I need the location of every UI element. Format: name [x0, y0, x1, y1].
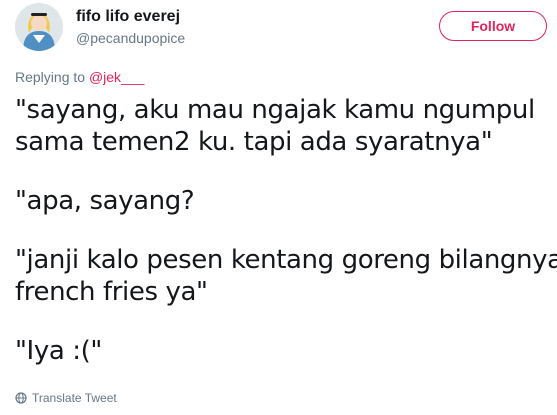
- author-display-name[interactable]: fifo lifo everej: [76, 8, 180, 26]
- reply-context: Replying to @jek___: [15, 69, 144, 85]
- tweet-line: "Iya :(": [15, 336, 102, 366]
- tweet-line: sama temen2 ku. tapi ada syaratnya": [15, 127, 493, 157]
- tweet-line: "janji kalo pesen kentang goreng bilangn…: [15, 245, 557, 275]
- reply-prefix: Replying to: [15, 69, 86, 85]
- tweet-text: "sayang, aku mau ngajak kamu ngumpul sam…: [15, 94, 557, 367]
- reply-mention-link[interactable]: @jek___: [89, 69, 144, 85]
- translate-tweet-link[interactable]: Translate Tweet: [15, 391, 117, 405]
- avatar[interactable]: [15, 3, 63, 51]
- tweet-line: "sayang, aku mau ngajak kamu ngumpul: [15, 95, 535, 125]
- follow-button[interactable]: Follow: [439, 11, 547, 41]
- profile-photo-icon: [15, 3, 63, 51]
- globe-icon: [15, 392, 27, 404]
- translate-label: Translate Tweet: [32, 391, 117, 405]
- tweet-line: "apa, sayang?: [15, 186, 195, 216]
- tweet-line: french fries ya": [15, 277, 208, 307]
- author-handle[interactable]: @pecandupopice: [76, 30, 185, 46]
